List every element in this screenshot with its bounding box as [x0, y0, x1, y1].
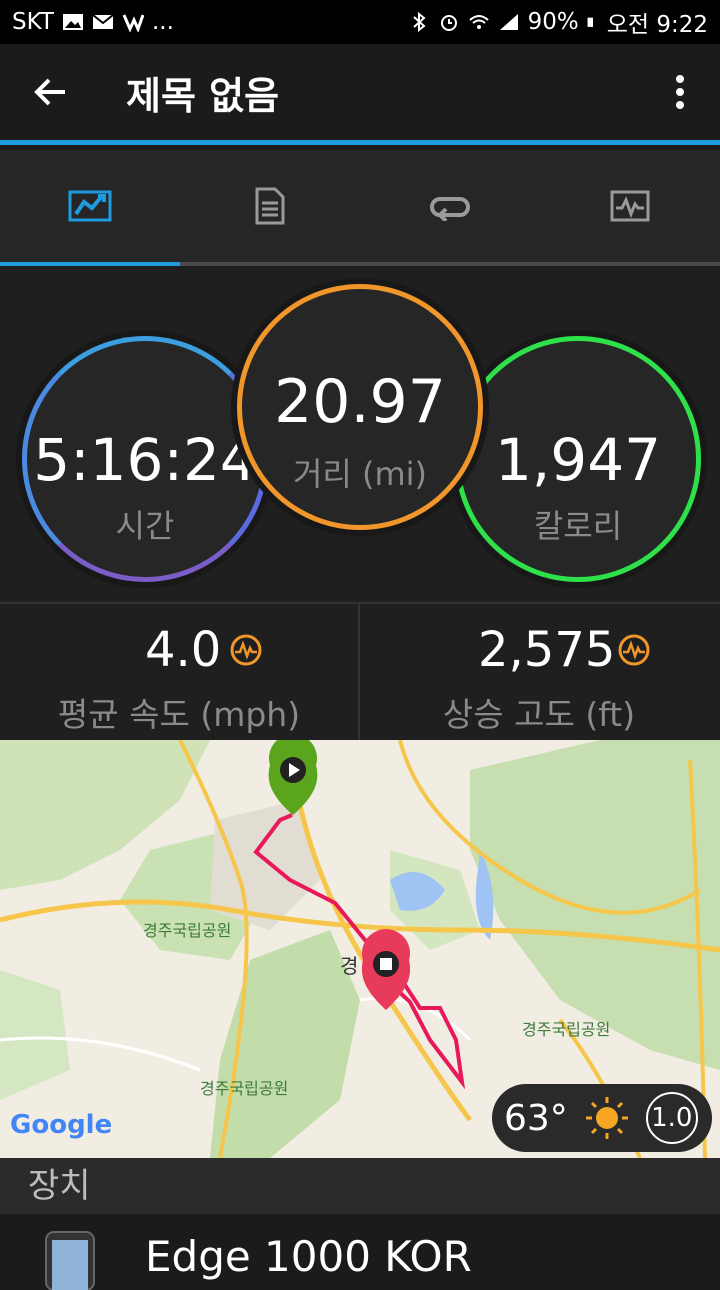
devices-section-header: 장치 [0, 1158, 720, 1214]
mail-icon [92, 14, 114, 29]
wind-indicator: 1.0 [645, 1092, 698, 1144]
trend-icon [618, 634, 650, 666]
chart-icon [610, 190, 650, 222]
battery-icon [587, 17, 593, 27]
app-notification-icon [122, 14, 144, 32]
google-logo: Google [10, 1110, 113, 1140]
wind-value: 1.0 [651, 1103, 693, 1133]
time-value: 5:16:24 [33, 426, 257, 494]
map-label: 경주국립공원 [143, 921, 232, 940]
page-title: 제목 없음 [126, 73, 280, 118]
avg-speed-value: 4.0 [145, 622, 222, 678]
calories-stat: 1,947 칼로리 [455, 336, 701, 582]
more-notifications: ... [151, 9, 174, 35]
start-pin[interactable] [268, 740, 318, 815]
app-bar: 제목 없음 [0, 44, 720, 140]
back-arrow-icon [34, 78, 65, 106]
bluetooth-icon [412, 12, 426, 32]
overflow-menu-button[interactable] [640, 44, 720, 140]
map-label: 경주국립공원 [200, 1079, 289, 1098]
trend-icon [230, 634, 262, 666]
route-map[interactable]: 경주국립공원 경주국립공원 경주국립공원 경 Google 63° 1.0 [0, 740, 720, 1158]
tab-overview[interactable] [0, 150, 180, 262]
tab-bar [0, 150, 720, 262]
map-label: 경주국립공원 [522, 1020, 611, 1039]
calories-value: 1,947 [494, 426, 662, 494]
time-stat: 5:16:24 시간 [22, 336, 268, 582]
tab-charts[interactable] [540, 150, 720, 262]
elevation-gain-metric[interactable]: 2,575 상승 고도 (ft) [360, 604, 718, 740]
laps-icon [430, 197, 470, 221]
details-icon [255, 187, 285, 225]
carrier-label: SKT [12, 9, 54, 35]
more-vert-icon [676, 75, 684, 109]
device-name: Edge 1000 KOR [145, 1232, 472, 1281]
accent-divider [0, 140, 720, 145]
status-bar: SKT ... 90% 오전 9:22 [0, 0, 720, 44]
time-label: 시간 [115, 507, 175, 545]
calories-label: 칼로리 [533, 507, 623, 545]
battery-percent: 90% [527, 9, 579, 35]
metrics-row: 4.0 평균 속도 (mph) 2,575 상승 고도 (ft) [0, 602, 720, 740]
temperature: 63° [504, 1097, 568, 1139]
gallery-icon [62, 14, 83, 30]
distance-stat: 20.97 거리 (mi) [237, 284, 483, 530]
back-button[interactable] [0, 44, 100, 140]
distance-label: 거리 (mi) [292, 455, 428, 493]
avg-speed-label: 평균 속도 (mph) [57, 695, 301, 734]
tab-details[interactable] [180, 150, 360, 262]
avg-speed-metric[interactable]: 4.0 평균 속도 (mph) [0, 604, 358, 740]
distance-value: 20.97 [274, 367, 446, 437]
summary-stats: 5:16:24 시간 1,947 칼로리 20.97 거리 (mi) [0, 266, 720, 602]
map-label: 경 [340, 954, 359, 978]
tab-laps[interactable] [360, 150, 540, 262]
device-row[interactable]: Edge 1000 KOR [0, 1214, 720, 1290]
elevation-gain-label: 상승 고도 (ft) [442, 695, 636, 734]
weather-widget: 63° 1.0 [492, 1084, 712, 1152]
wifi-icon [468, 15, 489, 29]
clock: 오전 9:22 [606, 12, 708, 38]
activity-icon [68, 190, 112, 222]
sun-icon [585, 1097, 628, 1139]
signal-icon [499, 14, 518, 30]
elevation-gain-value: 2,575 [478, 622, 616, 678]
device-thumbnail-icon [45, 1231, 95, 1290]
alarm-icon [440, 15, 457, 31]
